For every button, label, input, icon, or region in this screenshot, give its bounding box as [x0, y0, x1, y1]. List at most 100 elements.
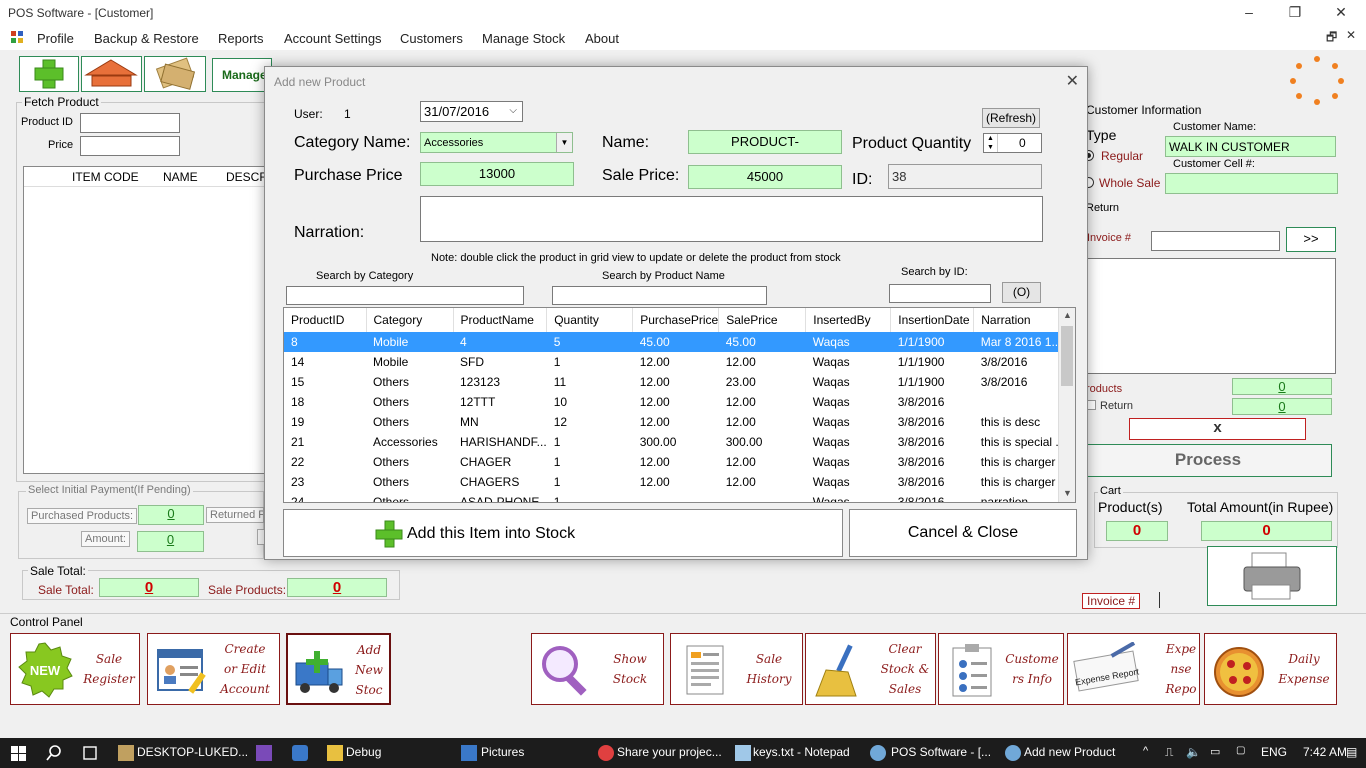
menu-profile[interactable]: Profile: [37, 31, 74, 46]
table-row[interactable]: 23 Others CHAGERS 1 12.00 12.00 Waqas 3/8/2016 t…: [284, 472, 1070, 492]
visual-studio-icon[interactable]: [256, 745, 272, 761]
menu-account-settings[interactable]: Account Settings: [284, 31, 382, 46]
table-row[interactable]: 14 Mobile SFD 1 12.00 12.00 Waqas 1/1/1900 3/8/2…: [284, 352, 1070, 372]
table-row[interactable]: 18 Others 12TTT 10 12.00 12.00 Waqas 3/8/2016: [284, 392, 1070, 412]
purchased-products-value[interactable]: 0: [138, 505, 204, 525]
table-row[interactable]: 19 Others MN 12 12.00 12.00 Waqas 3/8/2016 this …: [284, 412, 1070, 432]
battery-icon[interactable]: ▭: [1210, 745, 1220, 758]
narration-textarea[interactable]: [420, 196, 1043, 242]
clear-stock-sales-button[interactable]: Clear Stock & Sales: [805, 633, 936, 705]
grid-col-saleprice[interactable]: SalePrice: [718, 308, 807, 332]
menu-backup-restore[interactable]: Backup & Restore: [94, 31, 199, 46]
daily-expense-button[interactable]: Daily Expense: [1204, 633, 1337, 705]
fetch-col-descr[interactable]: DESCR: [226, 170, 268, 184]
add-item-button[interactable]: Add this Item into Stock: [283, 509, 843, 557]
quantity-stepper[interactable]: ▲ ▼ 0: [983, 133, 1042, 153]
fetch-col-name[interactable]: NAME: [163, 170, 198, 184]
date-picker[interactable]: 31/07/2016 ⌵: [420, 101, 523, 122]
return-list[interactable]: [1086, 258, 1336, 374]
purchase-price-input[interactable]: 13000: [420, 162, 574, 186]
product-id-input[interactable]: [80, 113, 180, 133]
taskbar-item-pictures[interactable]: Pictures: [481, 745, 524, 759]
menu-customers[interactable]: Customers: [400, 31, 463, 46]
money-toolbar-button[interactable]: [144, 56, 206, 92]
restore-button[interactable]: ❐: [1272, 0, 1318, 26]
vs-tool-icon[interactable]: [292, 745, 308, 761]
manage-toolbar-button[interactable]: Manage: [212, 58, 272, 92]
sale-price-input[interactable]: 45000: [688, 165, 842, 189]
notifications-icon[interactable]: ▤: [1346, 745, 1357, 759]
home-toolbar-button[interactable]: [81, 56, 142, 92]
create-edit-account-button[interactable]: Create or Edit Account: [147, 633, 280, 705]
category-dropdown-icon[interactable]: ▼: [556, 133, 572, 152]
cancel-close-button[interactable]: Cancel & Close: [849, 509, 1077, 557]
network-icon[interactable]: ⎍: [1165, 745, 1173, 760]
menu-about[interactable]: About: [585, 31, 619, 46]
taskbar-item-chrome[interactable]: Share your projec...: [617, 745, 722, 759]
scroll-thumb[interactable]: [1061, 326, 1073, 386]
windows-start-icon[interactable]: [11, 746, 26, 761]
fetch-col-item-code[interactable]: ITEM CODE: [72, 170, 139, 184]
product-grid-scrollbar[interactable]: ▲ ▼: [1058, 308, 1075, 502]
grid-col-insertiondate[interactable]: InsertionDate: [890, 308, 975, 332]
return-go-button[interactable]: >>: [1286, 227, 1336, 252]
scroll-up-icon[interactable]: ▲: [1063, 310, 1072, 320]
minimize-button[interactable]: –: [1226, 0, 1272, 26]
dialog-close-button[interactable]: ✕: [1066, 71, 1079, 91]
tray-chevron-icon[interactable]: ^: [1143, 745, 1148, 757]
print-button[interactable]: [1207, 546, 1337, 606]
table-row[interactable]: 21 Accessories HARISHANDF... 1 300.00 300.00 W…: [284, 432, 1070, 452]
add-new-stock-button[interactable]: Add New Stoc: [286, 633, 391, 705]
refresh-button[interactable]: (Refresh): [982, 108, 1040, 128]
return-cancel-x-button[interactable]: x: [1129, 418, 1306, 440]
customers-info-button[interactable]: Custome rs Info: [938, 633, 1064, 705]
search-category-input[interactable]: [286, 286, 524, 305]
search-id-input[interactable]: [889, 284, 991, 303]
return-invoice-input[interactable]: [1151, 231, 1280, 251]
search-name-input[interactable]: [552, 286, 767, 305]
fetch-grid[interactable]: ITEM CODE NAME DESCR: [23, 166, 268, 474]
table-row[interactable]: 22 Others CHAGER 1 12.00 12.00 Waqas 3/8/2016 th…: [284, 452, 1070, 472]
show-stock-button[interactable]: Show Stock: [531, 633, 664, 705]
table-row[interactable]: 24 Others ASAD-PHONE 1 Waqas 3/8/2016 narratio…: [284, 492, 1070, 502]
grid-col-quantity[interactable]: Quantity: [546, 308, 634, 332]
customer-name-input[interactable]: WALK IN CUSTOMER: [1165, 136, 1336, 157]
mdi-close-button[interactable]: ✕: [1346, 28, 1356, 42]
search-id-button[interactable]: (O): [1002, 282, 1041, 303]
close-button[interactable]: ✕: [1318, 0, 1364, 26]
add-toolbar-button[interactable]: [19, 56, 79, 92]
taskbar-item-desktop[interactable]: DESKTOP-LUKED...: [137, 745, 248, 759]
search-icon[interactable]: [46, 745, 62, 761]
scroll-down-icon[interactable]: ▼: [1063, 488, 1072, 498]
taskbar-item-pos[interactable]: POS Software - [...: [891, 745, 991, 759]
product-grid[interactable]: ProductID Category ProductName Quantity Purc…: [283, 307, 1076, 503]
language-indicator[interactable]: ENG: [1261, 745, 1287, 759]
expense-report-button[interactable]: Expense Report Expe nse Repo: [1067, 633, 1200, 705]
name-input[interactable]: PRODUCT-: [688, 130, 842, 154]
taskbar-item-notepad[interactable]: keys.txt - Notepad: [753, 745, 850, 759]
process-button[interactable]: Process: [1084, 444, 1332, 477]
taskbar-item-add-product[interactable]: Add new Product: [1024, 745, 1115, 759]
return-value[interactable]: 0: [1232, 398, 1332, 415]
price-input[interactable]: [80, 136, 180, 156]
return-products-value[interactable]: 0: [1232, 378, 1332, 395]
mdi-restore-button[interactable]: 🗗: [1326, 28, 1337, 49]
grid-col-insertedby[interactable]: InsertedBy: [805, 308, 892, 332]
table-row[interactable]: 15 Others 123123 11 12.00 23.00 Waqas 1/1/1900 3…: [284, 372, 1070, 392]
menu-reports[interactable]: Reports: [218, 31, 264, 46]
table-row[interactable]: 8 Mobile 4 5 45.00 45.00 Waqas 1/1/1900 Mar 8 20…: [284, 332, 1070, 352]
grid-col-narration[interactable]: Narration: [973, 308, 1071, 332]
grid-col-productid[interactable]: ProductID: [284, 308, 367, 332]
sale-register-button[interactable]: NEW Sale Register: [10, 633, 140, 705]
menu-manage-stock[interactable]: Manage Stock: [482, 31, 565, 46]
task-view-icon[interactable]: [81, 746, 99, 760]
customer-cell-input[interactable]: [1165, 173, 1338, 194]
volume-icon[interactable]: 🔈: [1186, 745, 1201, 759]
amount-value[interactable]: 0: [137, 531, 204, 552]
sale-history-button[interactable]: Sale History: [670, 633, 803, 705]
category-select[interactable]: Accessories ▼: [420, 132, 573, 153]
stepper-arrows-icon[interactable]: ▲ ▼: [984, 134, 998, 152]
grid-col-category[interactable]: Category: [366, 308, 454, 332]
grid-col-productname[interactable]: ProductName: [453, 308, 548, 332]
grid-col-purchaseprice[interactable]: PurchasePrice: [632, 308, 720, 332]
